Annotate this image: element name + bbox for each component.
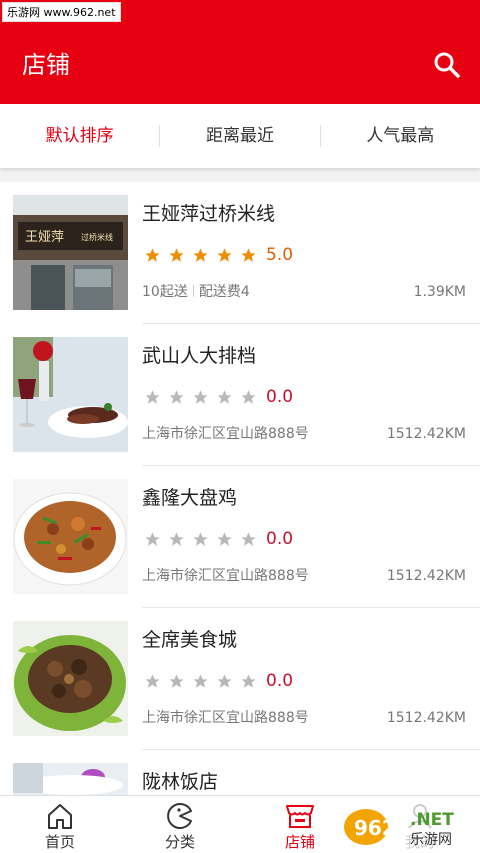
- search-button[interactable]: [432, 50, 462, 80]
- sort-tab-default[interactable]: 默认排序: [0, 104, 159, 168]
- store-address: 上海市徐汇区宜山路888号: [142, 568, 309, 584]
- star-icon: [145, 389, 160, 404]
- info-separator: [192, 285, 194, 297]
- star-icon: [169, 389, 184, 404]
- store-name: 王娅萍过桥米线: [142, 203, 276, 225]
- rating-value: 5.0: [266, 245, 294, 265]
- star-icon: [193, 531, 208, 546]
- store-list: 王娅萍 过桥米线 王娅萍过桥米线 5.0 10起送 配送费4 1.39KM 武山…: [0, 182, 480, 853]
- store-distance: 1512.42KM: [386, 426, 466, 442]
- tab-home[interactable]: 首页: [0, 796, 120, 853]
- star-icon: [217, 531, 232, 546]
- star-icon: [217, 673, 232, 688]
- store-address: 上海市徐汇区宜山路888号: [142, 426, 309, 442]
- store-photo: [13, 621, 128, 736]
- star-icon: [193, 673, 208, 688]
- store-photo: 王娅萍 过桥米线: [13, 195, 128, 310]
- store-item[interactable]: 武山人大排档 0.0 上海市徐汇区宜山路888号 1512.42KM: [0, 324, 480, 466]
- store-name: 武山人大排档: [142, 345, 257, 367]
- rating-value: 0.0: [266, 671, 294, 691]
- rating-value: 0.0: [266, 387, 294, 407]
- app-bar: 店铺: [0, 26, 480, 104]
- star-icon: [241, 673, 256, 688]
- star-icon: [145, 673, 160, 688]
- star-icon: [241, 247, 256, 262]
- watermark-top: 乐游网 www.962.net: [2, 2, 121, 22]
- store-distance: 1512.42KM: [386, 568, 466, 584]
- min-order: 10起送: [142, 284, 188, 300]
- store-distance: 1.39KM: [413, 284, 466, 300]
- store-distance: 1512.42KM: [386, 710, 466, 726]
- star-icon: [217, 247, 232, 262]
- store-photo: [13, 337, 128, 452]
- star-rating: 0.0: [144, 671, 293, 691]
- svg-text:乐游网: 乐游网: [410, 832, 452, 848]
- category-icon: [167, 803, 192, 829]
- page-title: 店铺: [22, 51, 70, 79]
- sort-tab-popularity[interactable]: 人气最高: [321, 104, 480, 168]
- store-photo: [13, 479, 128, 594]
- svg-text:962: 962: [354, 816, 396, 840]
- search-icon: [434, 52, 460, 78]
- svg-text:过桥米线: 过桥米线: [81, 232, 113, 242]
- star-icon: [193, 247, 208, 262]
- store-item[interactable]: 全席美食城 0.0 上海市徐汇区宜山路888号 1512.42KM: [0, 608, 480, 750]
- star-icon: [145, 247, 160, 262]
- store-name: 陇林饭店: [142, 771, 219, 793]
- star-rating: 0.0: [144, 529, 293, 549]
- star-icon: [217, 389, 232, 404]
- star-icon: [169, 531, 184, 546]
- home-icon: [48, 804, 72, 829]
- store-item[interactable]: 王娅萍 过桥米线 王娅萍过桥米线 5.0 10起送 配送费4 1.39KM: [0, 182, 480, 324]
- store-icon: [286, 805, 314, 828]
- svg-text:.NET: .NET: [410, 810, 454, 830]
- sort-bar: 默认排序 距离最近 人气最高: [0, 104, 480, 168]
- store-name: 鑫隆大盘鸡: [142, 487, 238, 509]
- star-icon: [169, 673, 184, 688]
- star-icon: [145, 531, 160, 546]
- delivery-fee: 配送费4: [198, 284, 250, 300]
- store-item[interactable]: 鑫隆大盘鸡 0.0 上海市徐汇区宜山路888号 1512.42KM: [0, 466, 480, 608]
- star-rating: 0.0: [144, 387, 293, 407]
- watermark-logo: 962 .NET 乐游网: [340, 800, 480, 853]
- store-address: 上海市徐汇区宜山路888号: [142, 710, 309, 726]
- svg-text:王娅萍: 王娅萍: [25, 230, 64, 245]
- store-name: 全席美食城: [142, 629, 238, 651]
- star-icon: [193, 389, 208, 404]
- delivery-info: 10起送 配送费4: [142, 282, 250, 302]
- star-icon: [169, 247, 184, 262]
- star-rating: 5.0: [144, 245, 293, 265]
- tab-label: 首页: [44, 833, 75, 851]
- tab-category[interactable]: 分类: [120, 796, 240, 853]
- tab-label: 分类: [164, 833, 195, 851]
- star-icon: [241, 389, 256, 404]
- star-icon: [241, 531, 256, 546]
- rating-value: 0.0: [266, 529, 294, 549]
- sort-tab-distance[interactable]: 距离最近: [160, 104, 319, 168]
